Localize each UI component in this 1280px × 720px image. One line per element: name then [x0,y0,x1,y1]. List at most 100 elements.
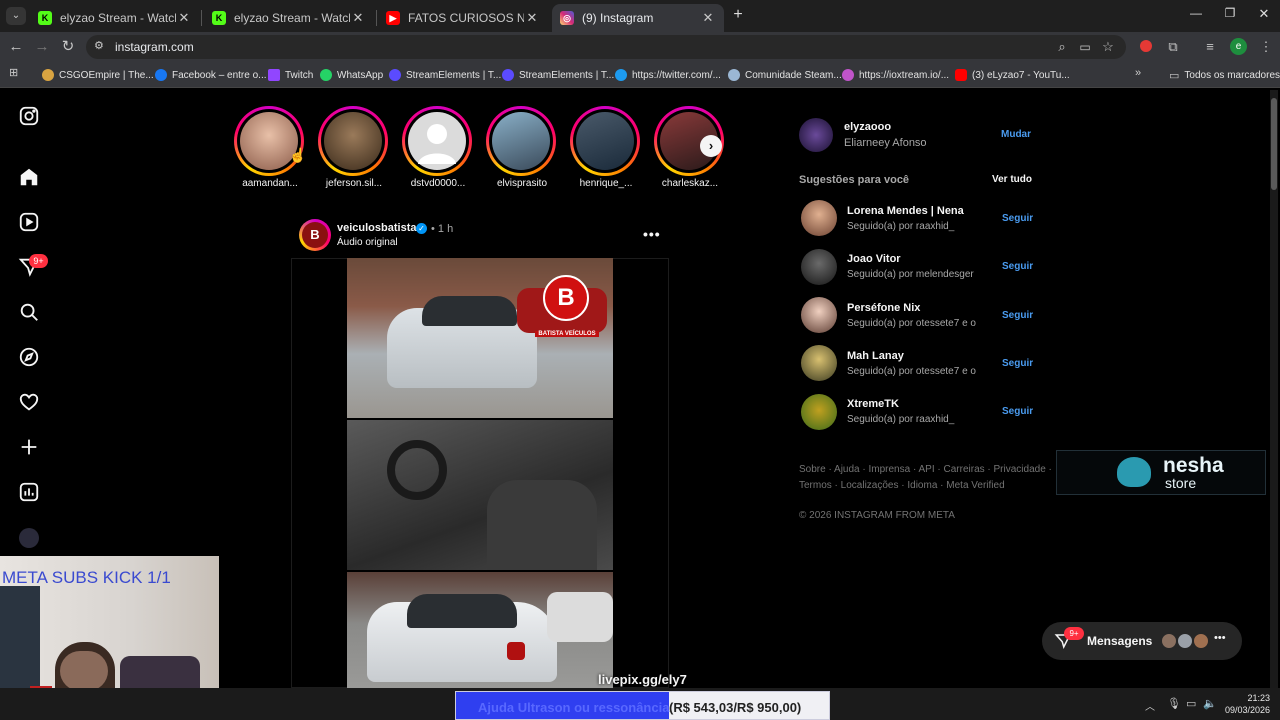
tab-kick-2[interactable]: K elyzao Stream - Watch Live on Kick ✕ [204,4,374,32]
bookmark-label: Facebook – entre o... [172,69,267,81]
media-controls-icon[interactable]: ≡ [1200,37,1220,57]
post-audio[interactable]: Áudio original [337,237,398,248]
suggestion-avatar[interactable] [801,297,837,333]
apps-grid-icon[interactable]: ⊞ [9,67,21,79]
switch-account-link[interactable]: Mudar [1001,129,1031,140]
stories-next-chevron-icon[interactable]: › [700,135,722,157]
profile-avatar[interactable] [19,528,39,548]
scrollbar-thumb[interactable] [1271,98,1277,190]
profile-avatar[interactable]: e [1230,38,1247,55]
suggestion-name[interactable]: Lorena Mendes | Nena [847,205,964,217]
extension-record-icon[interactable] [1140,40,1152,52]
story-item[interactable]: henrique_... [570,106,642,190]
follow-button[interactable]: Seguir [1002,406,1033,417]
verified-badge-icon: ✓ [416,223,427,234]
bookmark-item[interactable]: Facebook – entre o... [155,67,267,83]
story-item[interactable]: jeferson.sil... [318,106,390,190]
bookmark-item[interactable]: StreamElements | T... [389,67,501,83]
home-icon[interactable] [17,166,41,190]
post-author-avatar-ring[interactable]: B [299,219,331,251]
twitter-icon [615,69,627,81]
account-avatar[interactable] [799,118,833,152]
bookmark-item[interactable]: https://ioxtream.io/... [842,67,949,83]
story-username: henrique_... [579,178,633,189]
reload-icon[interactable]: ↻ [58,37,78,57]
tab-kick-1[interactable]: K elyzao Stream - Watch Live on Kick ✕ [30,4,200,32]
bookmark-item[interactable]: WhatsApp [320,67,383,83]
clock-time[interactable]: 21:23 [1222,693,1270,703]
tab-youtube[interactable]: ▶ FATOS CURIOSOS NO TRÂNSITO ✕ [378,4,548,32]
webcam-title: META SUBS KICK 1/1 [2,568,171,587]
bookmark-item[interactable]: Twitch [268,67,313,83]
cast-icon[interactable]: ▭ [1075,37,1095,57]
bookmark-item[interactable]: Comunidade Steam... [728,67,842,83]
tab-list-button[interactable]: ⌄ [6,7,26,25]
suggestion-avatar[interactable] [801,345,837,381]
tab-instagram[interactable]: ◎ (9) Instagram ✕ [552,4,724,32]
follow-button[interactable]: Seguir [1002,261,1033,272]
suggestion-avatar[interactable] [801,394,837,430]
close-tab-icon[interactable]: ✕ [176,10,192,26]
follow-button[interactable]: Seguir [1002,358,1033,369]
page-scrollbar[interactable] [1270,90,1278,688]
clock-date[interactable]: 09/03/2026 [1222,705,1270,715]
close-tab-icon[interactable]: ✕ [524,10,540,26]
bookmark-item[interactable]: (3) eLyzao7 - YouTu... [955,67,1070,83]
bookmark-item[interactable]: StreamElements | T... [502,67,614,83]
car-front-photo: B BATISTA VEÍCULOS [347,258,613,418]
post-author-avatar: B [302,222,328,248]
suggestion-name[interactable]: Perséfone Nix [847,302,920,314]
instagram-logo-icon[interactable] [17,105,41,129]
post-media-image[interactable]: B BATISTA VEÍCULOS [347,258,613,688]
suggestion-name[interactable]: XtremeTK [847,398,899,410]
messages-pill[interactable]: 9+ Mensagens ••• [1042,622,1242,660]
follow-button[interactable]: Seguir [1002,310,1033,321]
post-more-options-icon[interactable]: ••• [643,226,661,242]
restore-window-button[interactable]: ❐ [1220,6,1240,20]
donation-goal-bar: Ajuda Ultrason ou ressonância (R$ 543,03… [455,691,830,720]
car-rear-photo [347,572,613,688]
suggestion-avatar[interactable] [801,200,837,236]
tab-title: elyzao Stream - Watch Live on Kick [234,11,350,25]
close-tab-icon[interactable]: ✕ [700,10,716,26]
dashboard-icon[interactable] [17,481,41,505]
suggestion-name[interactable]: Mah Lanay [847,350,904,362]
volume-icon[interactable]: 🔈 [1203,697,1217,710]
explore-compass-icon[interactable] [17,346,41,370]
footer-links-row-1[interactable]: Sobre · Ajuda · Imprensa · API · Carreir… [799,464,1052,475]
more-bookmarks-chevron-icon[interactable]: » [1135,67,1141,79]
reels-icon[interactable] [17,211,41,235]
address-bar[interactable] [86,35,1126,59]
all-bookmarks-folder[interactable]: ▭ Todos os marcadores [1169,67,1280,83]
post-username[interactable]: veiculosbatista [337,222,416,234]
suggestion-name[interactable]: Joao Vitor [847,253,901,265]
story-item[interactable]: dstvd0000... [402,106,474,190]
account-username[interactable]: elyzaooo [844,121,891,133]
footer-links-row-2[interactable]: Termos · Localizações · Idioma · Meta Ve… [799,480,1005,491]
zoom-icon[interactable]: ⌕ [1052,37,1072,57]
bookmark-star-icon[interactable]: ☆ [1098,37,1118,57]
see-all-link[interactable]: Ver tudo [992,174,1032,185]
network-icon[interactable]: ▭ [1186,697,1196,710]
minimize-window-button[interactable]: — [1186,6,1206,20]
close-window-button[interactable]: ✕ [1254,6,1274,22]
bookmark-item[interactable]: CSGOEmpire | The... [42,67,154,83]
heart-notifications-icon[interactable] [17,391,41,415]
bookmark-item[interactable]: https://twitter.com/... [615,67,721,83]
csgoempire-icon [42,69,54,81]
microphone-icon[interactable]: 🎙 [1167,697,1181,710]
extensions-puzzle-icon[interactable]: ⧉ [1163,37,1183,57]
tray-chevron-icon[interactable]: ︿ [1145,698,1155,713]
menu-kebab-icon[interactable]: ⋮ [1256,37,1276,57]
close-tab-icon[interactable]: ✕ [350,10,366,26]
new-tab-button[interactable]: + [729,6,747,24]
search-icon[interactable] [17,301,41,325]
back-arrow-icon[interactable]: ← [6,37,26,57]
suggestion-avatar[interactable] [801,249,837,285]
create-plus-icon[interactable] [17,436,41,460]
follow-button[interactable]: Seguir [1002,213,1033,224]
site-settings-icon[interactable]: ⚙ [94,39,108,53]
forward-arrow-icon[interactable]: → [32,37,52,57]
story-item[interactable]: elvisprasito [486,106,558,190]
tab-separator [376,10,377,26]
